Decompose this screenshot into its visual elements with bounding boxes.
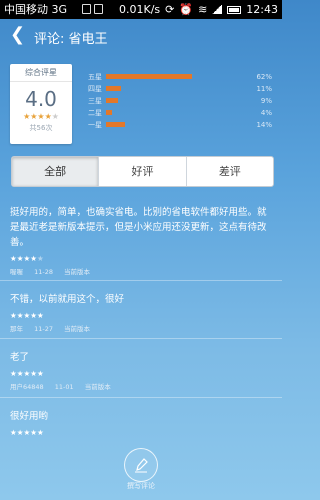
rating-distribution: 五星 62% 四星 11% 三星 9% 二星 4% 一星 14%	[88, 71, 274, 131]
rating-row-label: 一星	[88, 121, 102, 129]
rating-bar-track	[106, 122, 244, 127]
review-item: 挺好用的，简单，也确实省电。比别的省电软件都好用些。就是最近老是新版本提示，但是…	[10, 205, 272, 276]
rating-bar-track	[106, 98, 244, 103]
score-stars: ★★★★★	[10, 112, 72, 121]
rating-row-percent: 11%	[256, 85, 272, 93]
rating-count: 共56次	[29, 124, 53, 132]
rating-bar	[106, 98, 119, 103]
alarm-icon: ⏰	[179, 3, 194, 16]
write-review-button[interactable]	[124, 448, 158, 482]
rating-row-label: 二星	[88, 109, 102, 117]
page-title: 评论: 省电王	[34, 32, 108, 47]
review-version: 当前版本	[84, 383, 111, 391]
rating-row: 五星 62%	[88, 71, 274, 83]
star-icon: ★	[30, 311, 37, 320]
review-stars: ★★★★★	[10, 311, 272, 320]
review-item: 不错，以前就用这个，很好 ★★★★★ 那年 11-27 当前版本	[10, 292, 272, 333]
rating-row-label: 五星	[88, 73, 102, 81]
review-date: 11-28	[34, 268, 53, 276]
status-bar: 中国移动 3G 0.01K/s ⟳ ⏰ ≋ 12:43	[0, 0, 282, 19]
back-button[interactable]: ❮	[10, 26, 25, 44]
review-stars: ★★★★★	[10, 369, 272, 378]
star-icon: ★	[36, 369, 44, 378]
review-user: 喔喔	[10, 268, 23, 276]
star-empty-icon: ★	[51, 112, 59, 121]
write-review-label: 撰写评论	[127, 482, 155, 490]
wifi-icon: ≋	[198, 3, 208, 16]
rating-bar	[106, 74, 192, 79]
review-text: 挺好用的，简单，也确实省电。比别的省电软件都好用些。就是最近老是新版本提示，但是…	[10, 207, 267, 248]
tab-negative[interactable]: 差评	[185, 157, 273, 186]
score-value: 4.0	[25, 87, 57, 111]
review-text: 很好用哟	[10, 411, 49, 422]
rating-bar	[106, 110, 112, 115]
review-item: 很好用哟 ★★★★★	[10, 409, 272, 437]
rating-row: 一星 14%	[88, 119, 274, 131]
score-label: 综合评星	[10, 64, 72, 82]
rating-row: 二星 4%	[88, 107, 274, 119]
review-text: 老了	[10, 352, 30, 363]
rating-row-percent: 62%	[256, 73, 272, 81]
rating-bar	[106, 86, 122, 91]
rating-bar-track	[106, 74, 244, 79]
review-date: 11-27	[34, 325, 53, 333]
review-stars: ★★★★★	[10, 428, 272, 437]
tab-all[interactable]: 全部	[12, 157, 99, 186]
rating-row: 四星 11%	[88, 83, 274, 95]
clock: 12:43	[246, 3, 278, 16]
star-icon: ★	[30, 369, 37, 378]
star-icon: ★	[10, 428, 17, 437]
review-user: 那年	[10, 325, 23, 333]
star-icon: ★	[44, 112, 52, 121]
mail-icon	[94, 4, 103, 14]
star-icon: ★	[36, 428, 44, 437]
rating-row-label: 三星	[88, 97, 102, 105]
star-icon: ★	[30, 428, 37, 437]
rating-row-percent: 4%	[260, 109, 272, 117]
carrier-label: 中国移动 3G	[4, 3, 68, 16]
tab-positive[interactable]: 好评	[98, 157, 185, 186]
divider	[0, 397, 282, 398]
divider	[0, 338, 282, 339]
review-item: 老了 ★★★★★ 用户64848 11-01 当前版本	[10, 350, 272, 391]
star-icon: ★	[10, 311, 17, 320]
sync-icon: ⟳	[165, 3, 175, 16]
pencil-icon	[135, 458, 148, 473]
notification-icons	[82, 4, 103, 14]
review-text: 不错，以前就用这个，很好	[10, 294, 125, 305]
rating-row-percent: 14%	[256, 121, 272, 129]
review-filter-tabs: 全部 好评 差评	[11, 156, 274, 187]
star-icon: ★	[37, 112, 45, 121]
rating-bar-track	[106, 110, 244, 115]
star-icon: ★	[36, 311, 44, 320]
review-meta: 用户64848 11-01 当前版本	[10, 381, 272, 391]
divider	[0, 280, 282, 281]
star-icon: ★	[10, 254, 17, 263]
score-card: 综合评星 4.0 ★★★★★ 共56次	[10, 64, 72, 144]
battery-icon	[227, 5, 242, 14]
network-speed: 0.01K/s	[119, 3, 161, 16]
review-meta: 那年 11-27 当前版本	[10, 323, 272, 333]
review-stars: ★★★★★	[10, 254, 272, 263]
rating-row: 三星 9%	[88, 95, 274, 107]
review-version: 当前版本	[64, 325, 91, 333]
rating-bar-track	[106, 86, 244, 91]
star-empty-icon: ★	[36, 254, 44, 263]
review-version: 当前版本	[64, 268, 91, 276]
review-date: 11-01	[54, 383, 74, 391]
review-meta: 喔喔 11-28 当前版本	[10, 266, 272, 276]
review-user: 用户64848	[10, 383, 44, 391]
rating-row-label: 四星	[88, 85, 102, 93]
rating-bar	[106, 122, 126, 127]
image-icon	[82, 4, 91, 14]
status-right: 0.01K/s ⟳ ⏰ ≋ 12:43	[119, 0, 278, 19]
rating-summary: 综合评星 4.0 ★★★★★ 共56次 五星 62% 四星 11% 三星 9% …	[8, 60, 274, 148]
star-icon: ★	[10, 369, 17, 378]
rating-row-percent: 9%	[260, 97, 272, 105]
star-icon: ★	[30, 254, 37, 263]
title-bar: ❮ 评论: 省电王	[0, 19, 282, 53]
signal-icon	[212, 5, 223, 14]
